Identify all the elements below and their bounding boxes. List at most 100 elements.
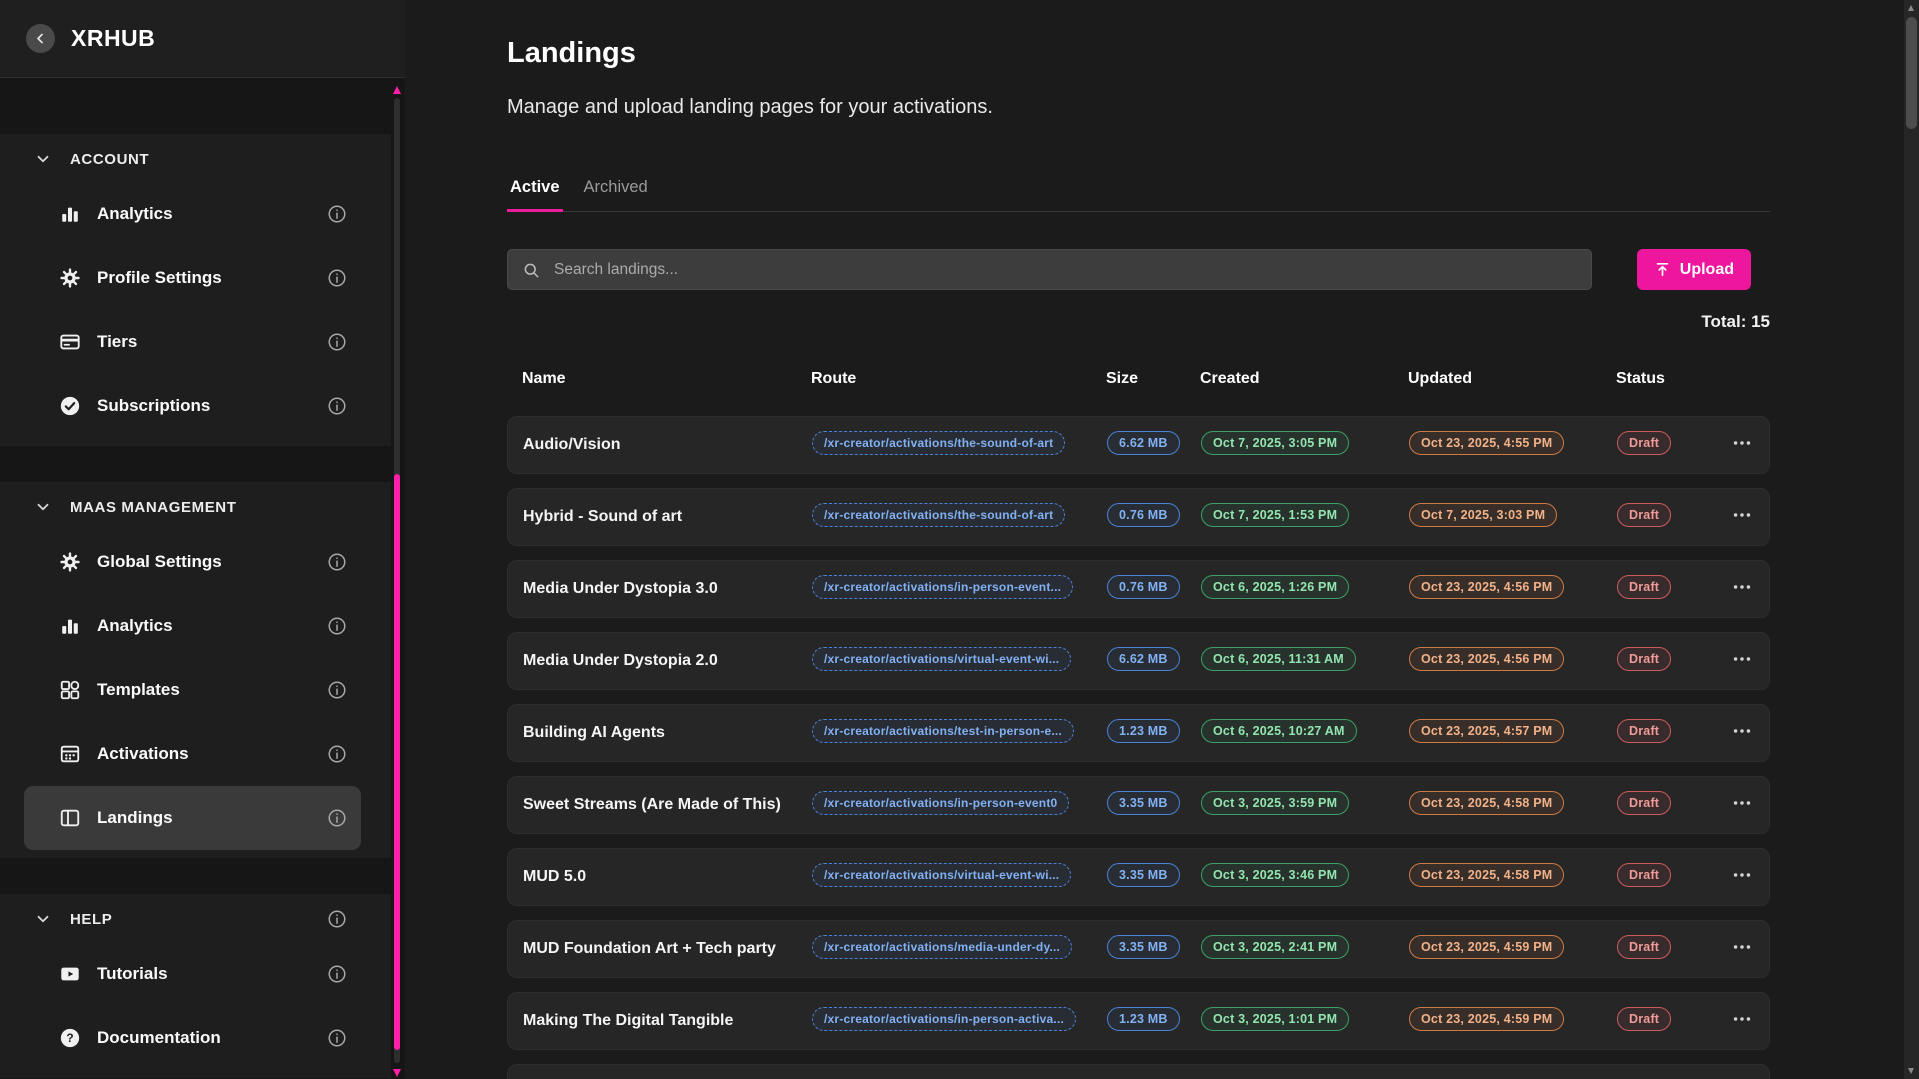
gear-icon — [59, 267, 81, 289]
status-badge: Draft — [1617, 647, 1671, 671]
chevron-down-icon — [34, 498, 52, 516]
upload-button[interactable]: Upload — [1637, 249, 1751, 290]
info-icon[interactable] — [327, 964, 347, 984]
back-button[interactable] — [26, 24, 55, 53]
sidebar-item-analytics[interactable]: Analytics — [24, 182, 361, 246]
row-actions-button[interactable] — [1731, 936, 1753, 958]
sidebar-item-label: Subscriptions — [97, 396, 327, 416]
page-scroll-down-icon[interactable] — [1908, 1068, 1914, 1074]
info-icon[interactable] — [327, 744, 347, 764]
sidebar-item-tutorials[interactable]: Tutorials — [24, 942, 361, 1006]
table-row: Hybrid - Sound of art/xr-creator/activat… — [507, 488, 1770, 546]
route-badge[interactable]: /xr-creator/activations/in-person-activa… — [812, 1007, 1076, 1031]
info-icon[interactable] — [327, 552, 347, 572]
sidebar-item-label: Tiers — [97, 332, 327, 352]
sidebar-item-subscriptions[interactable]: Subscriptions — [24, 374, 361, 438]
landing-name: Making The Digital Tangible — [523, 1012, 812, 1030]
route-badge[interactable]: /xr-creator/activations/virtual-event-wi… — [812, 647, 1071, 671]
created-badge: Oct 7, 2025, 3:05 PM — [1201, 431, 1349, 455]
row-actions-button[interactable] — [1731, 432, 1753, 454]
section-label: ACCOUNT — [70, 151, 347, 168]
landing-name: MUD Foundation Art + Tech party — [523, 940, 812, 958]
updated-badge: Oct 23, 2025, 4:58 PM — [1409, 791, 1564, 815]
route-badge[interactable]: /xr-creator/activations/in-person-event.… — [812, 575, 1073, 599]
created-badge: Oct 3, 2025, 1:01 PM — [1201, 1007, 1349, 1031]
section-header-maas-management[interactable]: MAAS MANAGEMENT — [0, 484, 391, 530]
sidebar-item-landings[interactable]: Landings — [24, 786, 361, 850]
search-box[interactable] — [507, 249, 1592, 290]
search-input[interactable] — [552, 260, 1577, 280]
info-icon[interactable] — [327, 396, 347, 416]
page-scrollbar[interactable] — [1904, 0, 1919, 1079]
updated-badge: Oct 7, 2025, 3:03 PM — [1409, 503, 1557, 527]
sidebar-item-tiers[interactable]: Tiers — [24, 310, 361, 374]
row-actions-button[interactable] — [1731, 576, 1753, 598]
sidebar-item-global-settings[interactable]: Global Settings — [24, 530, 361, 594]
tab-active[interactable]: Active — [507, 178, 563, 212]
size-badge: 1.23 MB — [1107, 1007, 1180, 1031]
route-badge[interactable]: /xr-creator/activations/test-in-person-e… — [812, 719, 1074, 743]
analytics-icon — [59, 615, 81, 637]
page-subtitle: Manage and upload landing pages for your… — [507, 94, 1770, 120]
route-badge[interactable]: /xr-creator/activations/the-sound-of-art — [812, 503, 1065, 527]
landing-name: Media Under Dystopia 2.0 — [523, 652, 812, 670]
info-icon[interactable] — [327, 1028, 347, 1048]
info-icon[interactable] — [327, 616, 347, 636]
sidebar-item-label: Tutorials — [97, 964, 327, 984]
updated-badge: Oct 23, 2025, 4:56 PM — [1409, 575, 1564, 599]
updated-badge: Oct 23, 2025, 4:57 PM — [1409, 719, 1564, 743]
sidebar-scrollbar[interactable] — [393, 86, 401, 1079]
row-actions-button[interactable] — [1731, 504, 1753, 526]
tab-archived[interactable]: Archived — [581, 178, 651, 212]
landing-name: Building AI Agents — [523, 724, 812, 742]
page-scrollbar-thumb[interactable] — [1906, 17, 1917, 129]
sidebar-item-label: Landings — [97, 808, 327, 828]
row-actions-button[interactable] — [1731, 1008, 1753, 1030]
page-title: Landings — [507, 35, 1770, 71]
total-count: Total: 15 — [507, 312, 1770, 332]
route-badge[interactable]: /xr-creator/activations/in-person-event0 — [812, 791, 1069, 815]
sidebar-item-label: Templates — [97, 680, 327, 700]
row-actions-button[interactable] — [1731, 864, 1753, 886]
section-header-help[interactable]: HELP — [0, 896, 391, 942]
sidebar-item-profile-settings[interactable]: Profile Settings — [24, 246, 361, 310]
sidebar: XRHUB ACCOUNTAnalyticsProfile SettingsTi… — [0, 0, 405, 1079]
info-icon[interactable] — [327, 680, 347, 700]
scroll-up-arrow-icon[interactable] — [393, 86, 401, 94]
row-actions-button[interactable] — [1731, 720, 1753, 742]
sidebar-section-account: ACCOUNT Analytics Profile Settings Tiers Sub… — [0, 134, 391, 446]
row-actions-button[interactable] — [1731, 792, 1753, 814]
info-icon[interactable] — [327, 808, 347, 828]
scroll-down-arrow-icon[interactable] — [393, 1069, 401, 1077]
sidebar-item-label: Documentation — [97, 1028, 327, 1048]
section-header-account[interactable]: ACCOUNT — [0, 136, 391, 182]
created-badge: Oct 6, 2025, 10:27 AM — [1201, 719, 1357, 743]
info-icon[interactable] — [327, 204, 347, 224]
chevron-down-icon — [34, 150, 52, 168]
created-badge: Oct 3, 2025, 2:41 PM — [1201, 935, 1349, 959]
sidebar-scrollbar-track[interactable] — [394, 98, 400, 1063]
page-scroll-up-icon[interactable] — [1908, 5, 1914, 11]
info-icon[interactable] — [327, 268, 347, 288]
sidebar-item-analytics[interactable]: Analytics — [24, 594, 361, 658]
route-badge[interactable]: /xr-creator/activations/the-sound-of-art — [812, 431, 1065, 455]
route-badge[interactable]: /xr-creator/activations/media-under-dy..… — [812, 935, 1072, 959]
table-row: MUD 5.0/xr-creator/activations/virtual-e… — [507, 848, 1770, 906]
sidebar-scrollbar-thumb[interactable] — [394, 474, 400, 1050]
info-icon[interactable] — [327, 909, 347, 929]
route-badge[interactable]: /xr-creator/activations/virtual-event-wi… — [812, 863, 1071, 887]
sidebar-item-activations[interactable]: Activations — [24, 722, 361, 786]
landing-name: Media Under Dystopia 3.0 — [523, 580, 812, 598]
chevron-down-icon — [34, 910, 52, 928]
column-header-route: Route — [811, 370, 1106, 388]
sidebar-item-templates[interactable]: Templates — [24, 658, 361, 722]
sidebar-item-documentation[interactable]: ?Documentation — [24, 1006, 361, 1070]
tabs: Active Archived — [507, 178, 1770, 212]
sidebar-item-label: Profile Settings — [97, 268, 327, 288]
row-actions-button[interactable] — [1731, 648, 1753, 670]
size-badge: 6.62 MB — [1107, 431, 1180, 455]
updated-badge: Oct 23, 2025, 4:59 PM — [1409, 1007, 1564, 1031]
info-icon[interactable] — [327, 332, 347, 352]
table-row: Building AI Agents/xr-creator/activation… — [507, 704, 1770, 762]
sidebar-item-label: Analytics — [97, 204, 327, 224]
